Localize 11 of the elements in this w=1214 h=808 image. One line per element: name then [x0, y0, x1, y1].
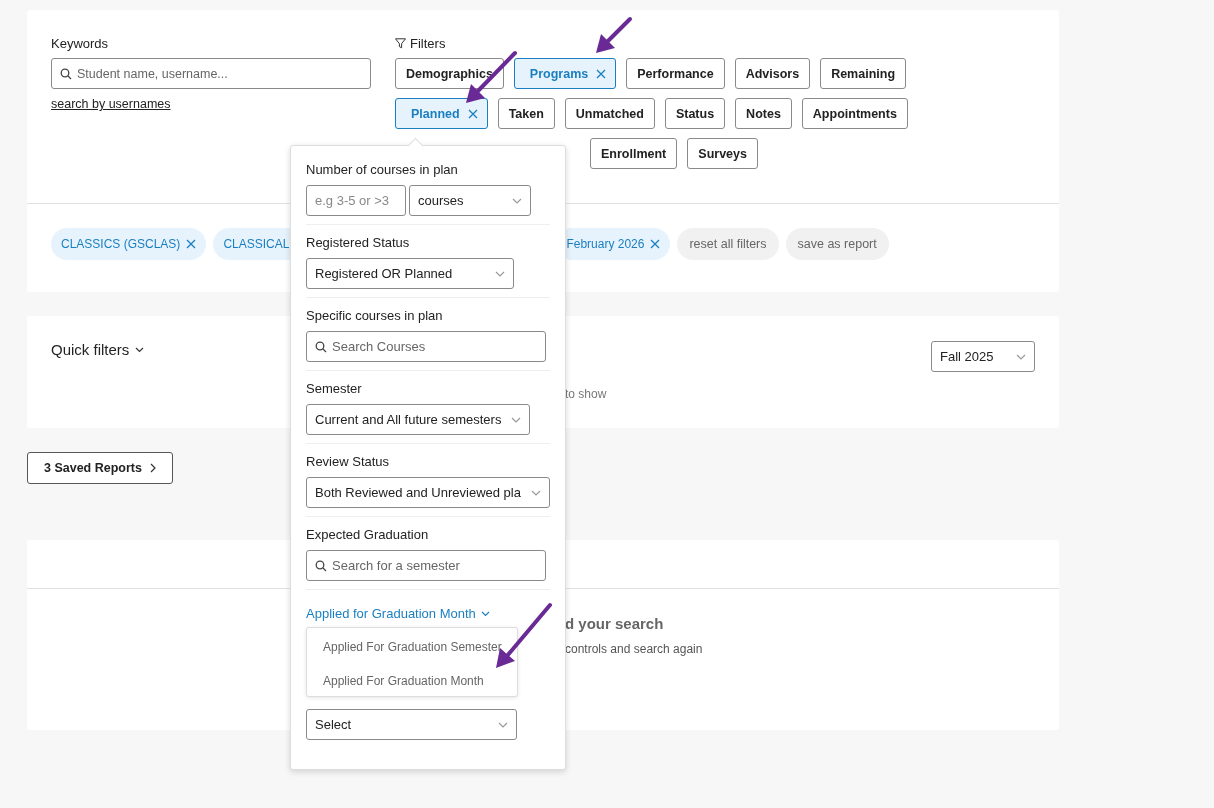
keywords-label: Keywords	[51, 36, 109, 51]
field-label: Semester	[306, 381, 362, 396]
results-hint: controls and search again	[565, 642, 704, 656]
empty-note: to show	[565, 387, 607, 401]
field-label: Specific courses in plan	[306, 308, 443, 323]
filters-label: Filters	[410, 36, 446, 51]
results-title: d your search	[565, 615, 665, 632]
field-label: Number of courses in plan	[306, 162, 458, 177]
field-label: Expected Graduation	[306, 527, 429, 542]
field-label: Review Status	[306, 454, 390, 469]
field-label: Registered Status	[306, 235, 410, 250]
